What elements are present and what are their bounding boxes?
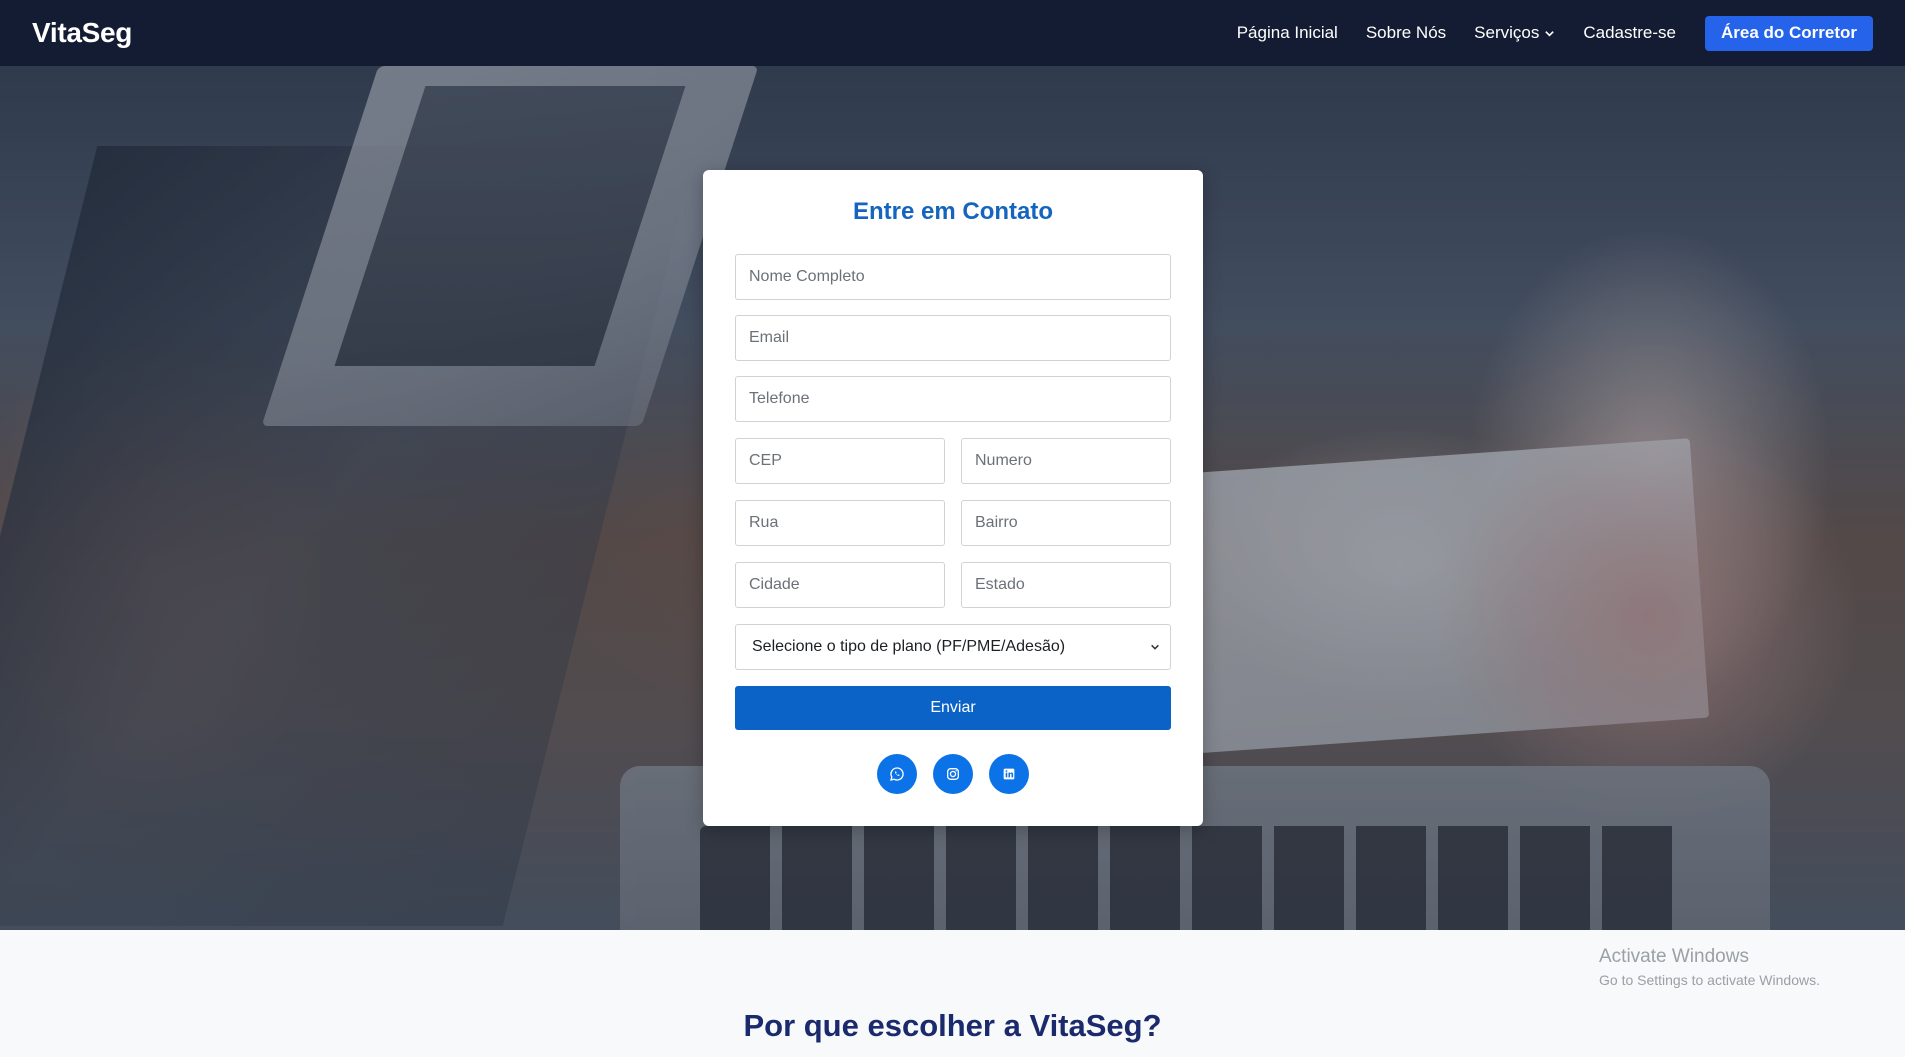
cep-field[interactable] — [735, 438, 945, 484]
nav-link-about-label: Sobre Nós — [1365, 23, 1447, 42]
number-field[interactable] — [961, 438, 1171, 484]
chevron-down-icon — [1151, 644, 1159, 650]
nav-link-about[interactable]: Sobre Nós — [1366, 23, 1446, 43]
nav-link-services-label: Serviços — [1474, 23, 1540, 42]
windows-activation-watermark: Activate Windows Go to Settings to activ… — [1599, 946, 1820, 988]
social-links — [703, 754, 1203, 794]
form-title: Entre em Contato — [852, 198, 1053, 225]
whatsapp-icon — [890, 767, 904, 781]
watermark-line-1: Activate Windows — [1599, 946, 1749, 967]
section-title: Por que escolher a VitaSeg? — [743, 1008, 1162, 1043]
nav-link-signup-label: Cadastre-se — [1583, 23, 1676, 42]
instagram-button[interactable] — [933, 754, 973, 794]
brand-logo[interactable]: VitaSeg — [32, 17, 132, 49]
full-name-field[interactable] — [735, 254, 1171, 300]
neighborhood-field[interactable] — [961, 500, 1171, 546]
whatsapp-button[interactable] — [877, 754, 917, 794]
plan-type-select[interactable]: Selecione o tipo de plano (PF/PME/Adesão… — [735, 624, 1171, 670]
nav-link-services[interactable]: Serviços — [1474, 23, 1555, 43]
watermark-line-2: Go to Settings to activate Windows. — [1599, 972, 1820, 988]
state-field[interactable] — [961, 562, 1171, 608]
street-field[interactable] — [735, 500, 945, 546]
broker-area-button[interactable]: Área do Corretor — [1704, 15, 1873, 51]
plan-type-select-value: Selecione o tipo de plano (PF/PME/Adesão… — [752, 638, 1066, 655]
linkedin-icon — [1003, 768, 1015, 780]
nav-link-home[interactable]: Página Inicial — [1237, 23, 1338, 43]
nav-links: Página Inicial Sobre Nós Serviços Cadast… — [1209, 15, 1873, 51]
contact-form-card: Entre em Contato Selecione o tipo de pla… — [703, 170, 1203, 826]
chevron-down-icon — [1545, 30, 1555, 37]
phone-field[interactable] — [735, 376, 1171, 422]
linkedin-button[interactable] — [989, 754, 1029, 794]
nav-link-home-label: Página Inicial — [1236, 23, 1338, 42]
nav-link-signup[interactable]: Cadastre-se — [1583, 23, 1676, 43]
city-field[interactable] — [735, 562, 945, 608]
navbar: VitaSeg Página Inicial Sobre Nós Serviço… — [0, 0, 1905, 66]
submit-button[interactable]: Enviar — [735, 686, 1171, 730]
instagram-icon — [947, 768, 959, 780]
email-field[interactable] — [735, 315, 1171, 361]
